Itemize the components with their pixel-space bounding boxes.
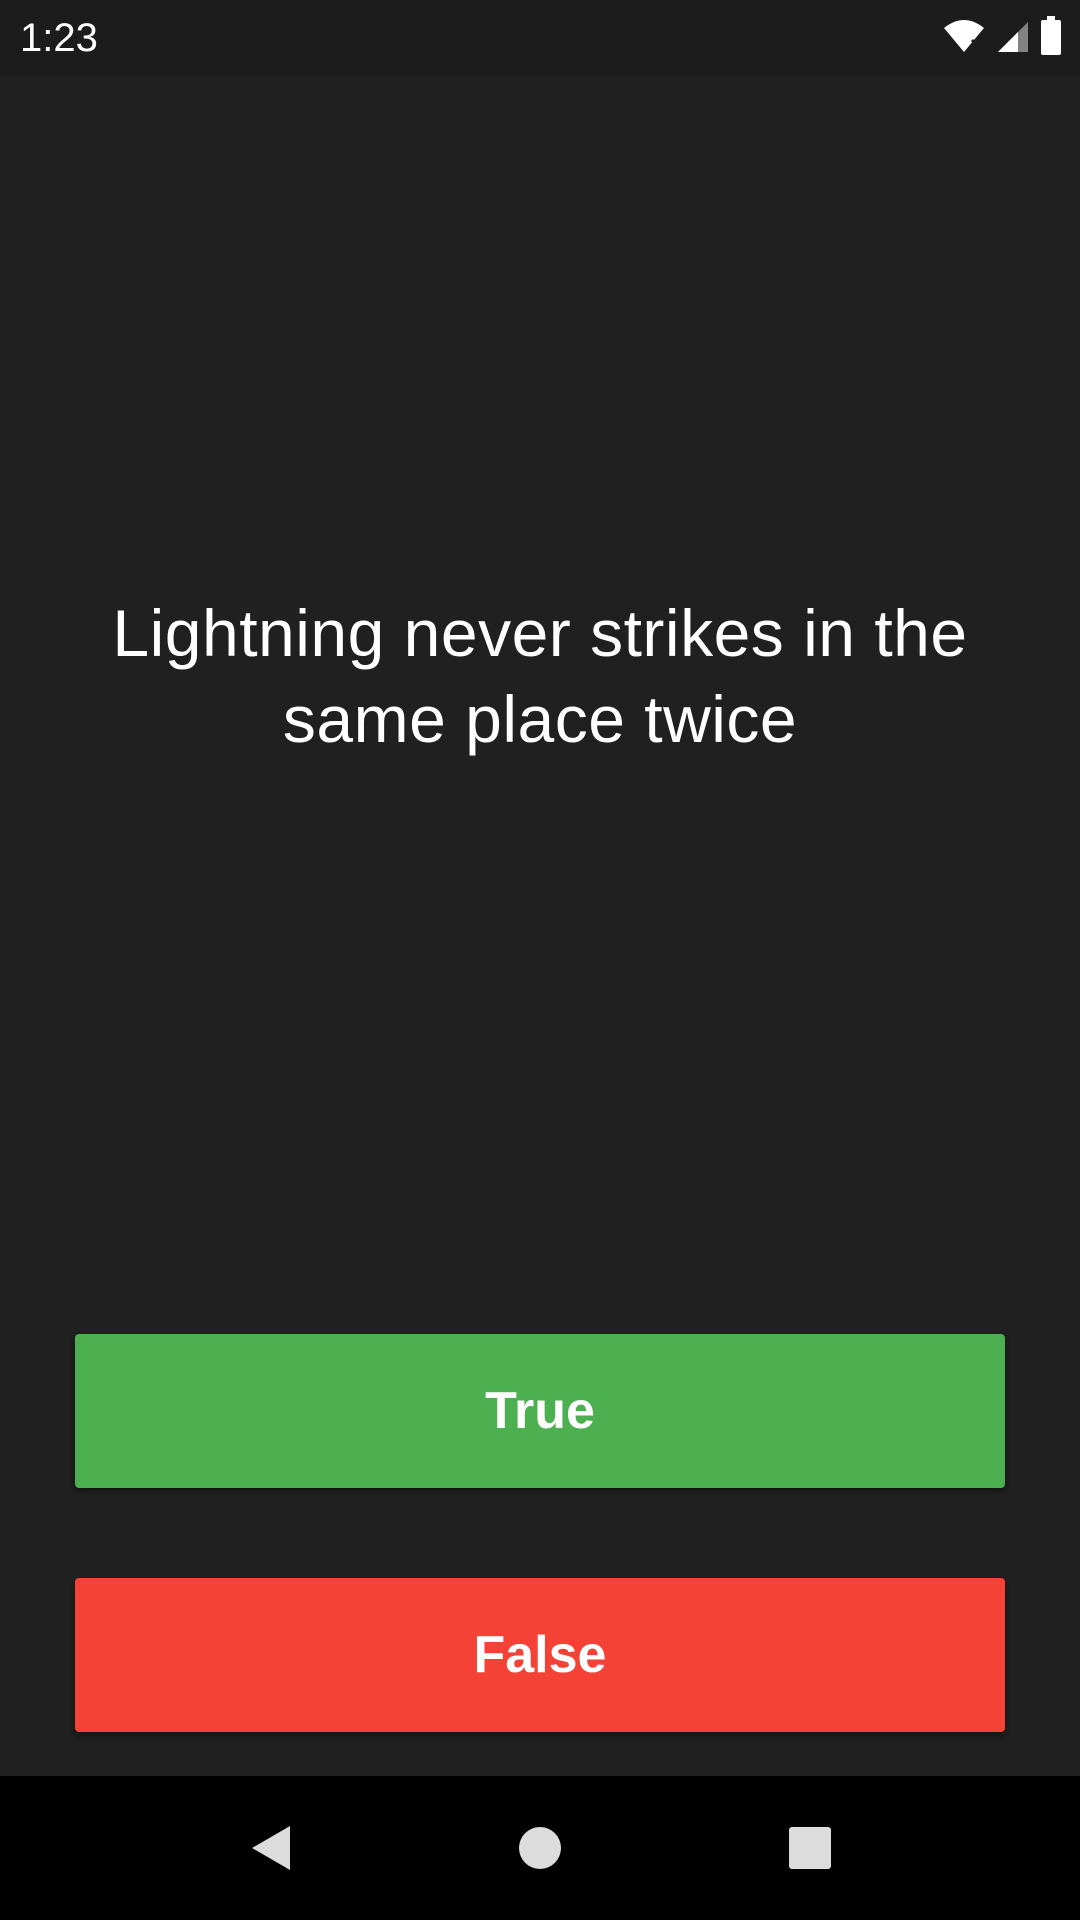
status-icons xyxy=(942,16,1062,56)
status-time: 1:23 xyxy=(20,16,98,60)
back-icon xyxy=(252,1826,290,1870)
signal-icon xyxy=(996,18,1030,54)
recents-button[interactable] xyxy=(774,1812,846,1884)
home-button[interactable] xyxy=(504,1812,576,1884)
true-button[interactable]: True xyxy=(75,1334,1005,1488)
question-text: Lightning never strikes in the same plac… xyxy=(112,596,968,756)
quiz-screen: 1:23 Lightning never strikes in the same… xyxy=(0,0,1080,1920)
recents-icon xyxy=(789,1827,831,1869)
false-button[interactable]: False xyxy=(75,1578,1005,1732)
home-icon xyxy=(519,1827,561,1869)
question-container: Lightning never strikes in the same plac… xyxy=(40,590,1040,762)
wifi-icon xyxy=(942,18,986,54)
battery-icon xyxy=(1040,16,1062,56)
navigation-bar xyxy=(0,1776,1080,1920)
status-bar: 1:23 xyxy=(0,0,1080,75)
back-button[interactable] xyxy=(234,1812,306,1884)
